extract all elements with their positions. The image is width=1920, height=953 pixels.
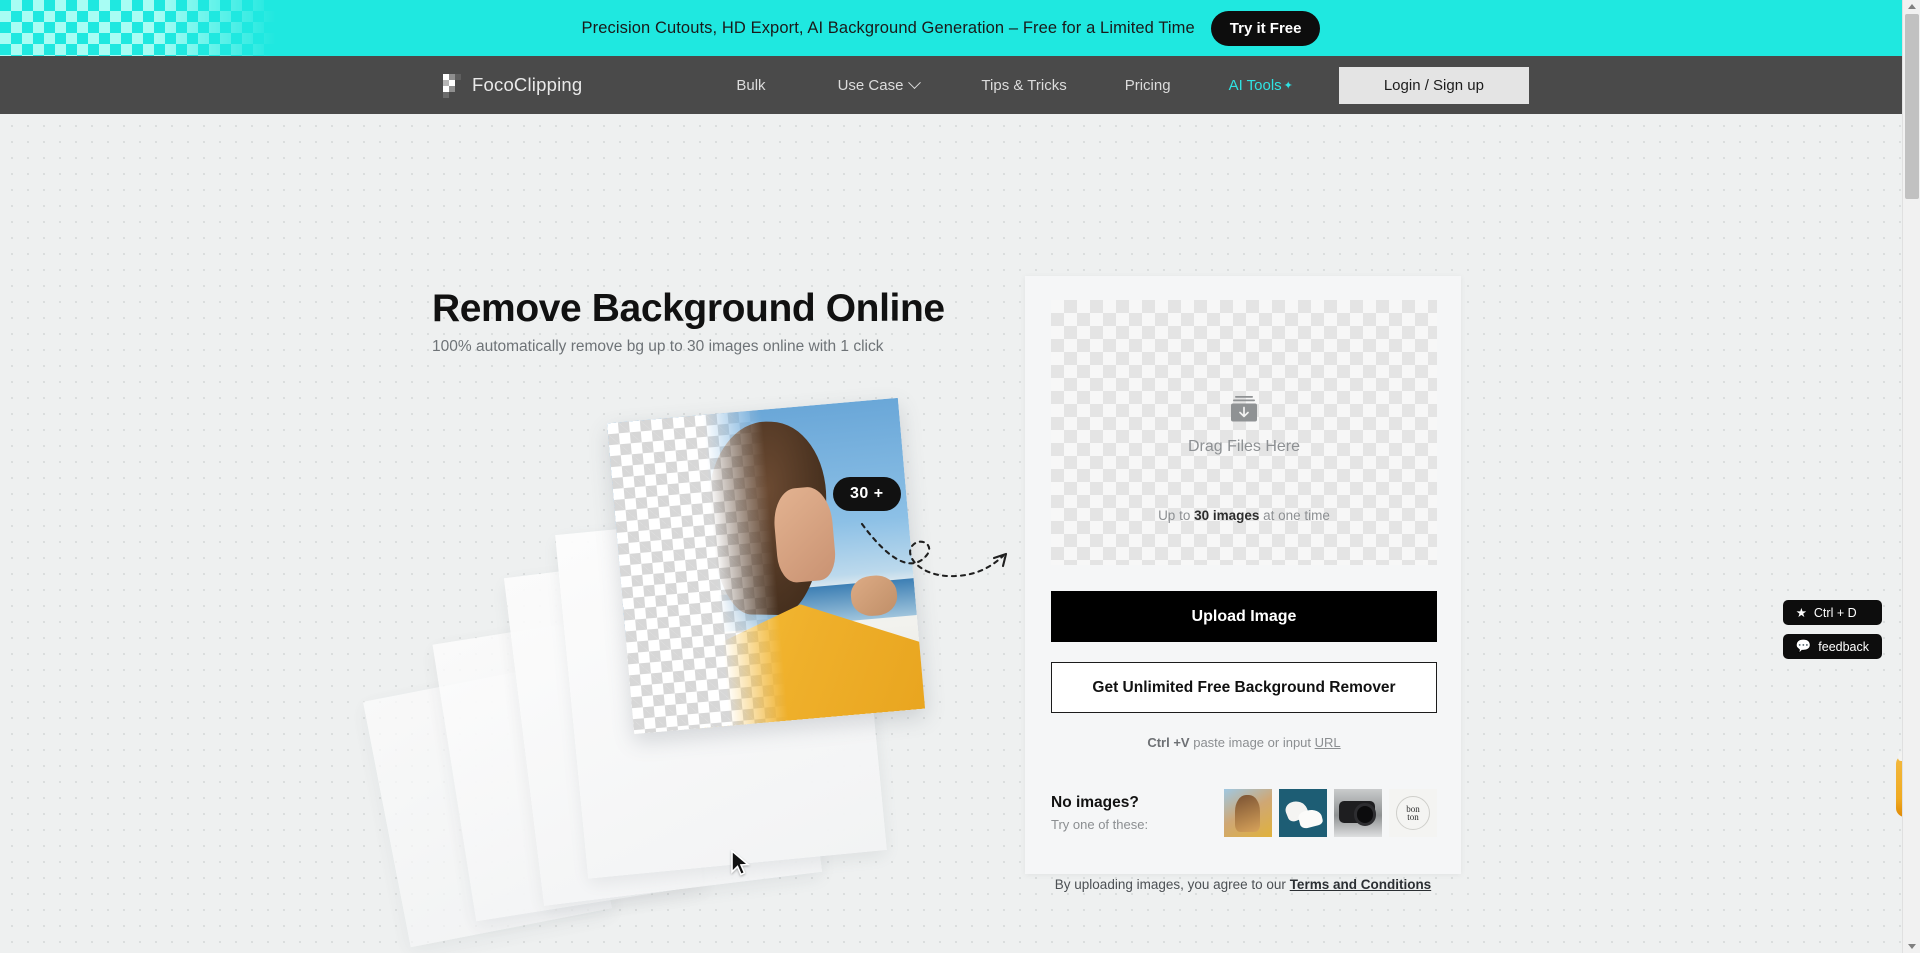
- upload-image-label: Upload Image: [1191, 607, 1297, 625]
- dropzone-label: Drag Files Here: [1187, 438, 1301, 455]
- terms-and-conditions-link[interactable]: Terms and Conditions: [1290, 877, 1432, 892]
- speech-bubble-icon: 💬: [1795, 639, 1812, 653]
- sample-thumb-camera[interactable]: [1334, 789, 1382, 837]
- sparkle-icon: ✦: [1283, 79, 1293, 92]
- sample-thumb-bonton-logo[interactable]: bon ton: [1389, 789, 1437, 837]
- bookmark-shortcut-label: Ctrl + D: [1813, 605, 1857, 620]
- checkerboard-logo-icon: [443, 74, 461, 98]
- paste-url-link[interactable]: URL: [1315, 735, 1341, 750]
- login-signup-label: Login / Sign up: [1383, 76, 1484, 94]
- browser-scrollbar[interactable]: [1902, 0, 1920, 953]
- terms-prefix: By uploading images, you agree to our: [1054, 877, 1290, 892]
- upload-image-button[interactable]: Upload Image: [1051, 591, 1437, 642]
- nav-item-use-case-label: Use Case: [837, 76, 904, 94]
- scrollbar-thumb[interactable]: [1905, 14, 1919, 199]
- upload-tray-icon: [1231, 396, 1257, 422]
- bookmark-shortcut-widget[interactable]: ★ Ctrl + D: [1782, 600, 1882, 625]
- get-unlimited-label: Get Unlimited Free Background Remover: [1092, 678, 1396, 696]
- feedback-label: feedback: [1818, 639, 1869, 654]
- dropzone-limit-text: Up to 30 images at one time: [1158, 508, 1330, 523]
- paste-shortcut: Ctrl +V: [1147, 735, 1190, 750]
- dashed-curved-arrow-icon: [860, 522, 1008, 578]
- floating-side-widgets: ★ Ctrl + D 💬 feedback: [1782, 600, 1882, 659]
- page-title: Remove Background Online: [432, 287, 945, 330]
- brand-logo[interactable]: FocoClipping: [443, 74, 583, 98]
- bonton-text-bottom: ton: [1407, 812, 1419, 822]
- brand-name: FocoClipping: [472, 74, 583, 95]
- sample-thumb-sneakers[interactable]: [1279, 789, 1327, 837]
- promo-banner-text: Precision Cutouts, HD Export, AI Backgro…: [581, 18, 1195, 37]
- banner-checker-pattern: [0, 0, 300, 56]
- star-icon: ★: [1795, 606, 1807, 620]
- nav-item-pricing[interactable]: Pricing: [1125, 77, 1171, 94]
- get-unlimited-button[interactable]: Get Unlimited Free Background Remover: [1051, 662, 1437, 713]
- sample-thumb-woman-beach[interactable]: [1224, 789, 1272, 837]
- paste-hint: Ctrl +V paste image or input URL: [1051, 735, 1437, 750]
- page-root: Precision Cutouts, HD Export, AI Backgro…: [0, 0, 1920, 953]
- nav-item-tips-tricks[interactable]: Tips & Tricks: [981, 77, 1066, 94]
- nav-item-ai-tools-label: AI Tools: [1228, 76, 1282, 94]
- nav-item-pricing-label: Pricing: [1124, 76, 1171, 94]
- chevron-down-icon: [908, 75, 922, 89]
- page-subtitle: 100% automatically remove bg up to 30 im…: [432, 338, 884, 355]
- paste-hint-text: paste image or input: [1189, 735, 1315, 750]
- hero-illustration: [363, 397, 1015, 948]
- cursor-arrow-icon: [731, 850, 750, 876]
- top-navigation-bar: FocoClipping Bulk Use Case Tips & Tricks…: [0, 56, 1902, 114]
- limit-prefix: Up to: [1158, 508, 1195, 523]
- scroll-up-arrow-icon[interactable]: [1908, 4, 1916, 9]
- samples-subtitle: Try one of these:: [1051, 817, 1149, 832]
- samples-title: No images?: [1051, 794, 1139, 811]
- scroll-down-arrow-icon[interactable]: [1908, 944, 1916, 949]
- promo-banner: Precision Cutouts, HD Export, AI Backgro…: [0, 0, 1902, 56]
- nav-item-ai-tools[interactable]: AI Tools ✦: [1229, 77, 1293, 94]
- sample-images-section: No images? Try one of these: bon ton: [1051, 779, 1437, 847]
- transparency-checker-overlay: [606, 409, 789, 735]
- limit-count: 30 images: [1194, 508, 1260, 523]
- file-dropzone[interactable]: Drag Files Here Up to 30 images at one t…: [1051, 300, 1437, 565]
- try-it-free-button[interactable]: Try it Free: [1210, 10, 1321, 46]
- login-signup-button[interactable]: Login / Sign up: [1338, 66, 1529, 104]
- terms-notice: By uploading images, you agree to our Te…: [1025, 877, 1461, 892]
- nav-item-use-case[interactable]: Use Case: [837, 75, 922, 94]
- nav-item-tips-tricks-label: Tips & Tricks: [981, 76, 1067, 94]
- nav-item-bulk-label: Bulk: [736, 76, 766, 94]
- image-count-badge: 30 +: [833, 477, 901, 511]
- nav-item-bulk[interactable]: Bulk: [736, 77, 765, 94]
- limit-suffix: at one time: [1259, 508, 1330, 523]
- feedback-widget[interactable]: 💬 feedback: [1782, 634, 1882, 659]
